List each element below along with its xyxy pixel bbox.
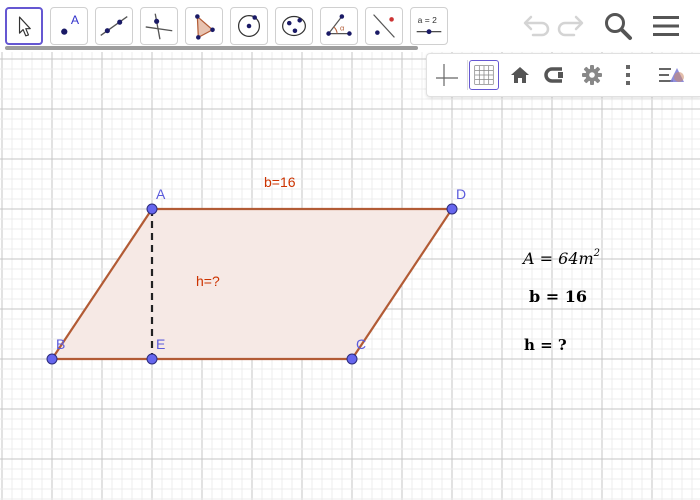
point-label-D: D (456, 186, 467, 202)
graphics-style-bar (426, 53, 700, 97)
graphics-view[interactable]: A B C D E b=16 h=? (0, 52, 700, 500)
toolbar-scrollbar[interactable] (5, 46, 418, 50)
point-label-A: A (156, 186, 166, 202)
angle-tool-button[interactable]: α (320, 7, 358, 45)
toggle-algebra-button[interactable] (657, 60, 687, 90)
point-B[interactable] (46, 353, 58, 365)
menu-icon (653, 16, 679, 36)
svg-text:α: α (340, 24, 345, 33)
search-icon (605, 13, 632, 40)
circle-icon (237, 14, 261, 38)
point-D[interactable] (446, 203, 458, 215)
point-label-C: C (356, 336, 367, 352)
height-caption: h=? (196, 273, 220, 289)
toggle-grid-button[interactable] (469, 60, 499, 90)
point-icon: A (61, 13, 80, 35)
axes-icon (436, 64, 458, 86)
circle-tool-button[interactable] (230, 7, 268, 45)
move-tool-button[interactable] (5, 7, 43, 45)
point-label-E: E (156, 336, 166, 352)
point-tool-button[interactable]: A (50, 7, 88, 45)
point-A[interactable] (146, 203, 158, 215)
reflect-icon (373, 14, 395, 38)
line-tool-button[interactable] (95, 7, 133, 45)
main-menu-button[interactable] (650, 10, 682, 42)
point-C[interactable] (346, 353, 358, 365)
polygon-icon (195, 14, 215, 40)
angle-icon: α (326, 14, 352, 36)
home-icon (511, 67, 529, 83)
conic-icon (282, 15, 306, 37)
slider-tool-button[interactable]: a = 2 (410, 7, 448, 45)
more-options-button[interactable] (613, 60, 643, 90)
perpendicular-line-tool-button[interactable] (140, 7, 178, 45)
redo-icon (557, 15, 584, 37)
conic-tool-button[interactable] (275, 7, 313, 45)
geogebra-app: A α a = 2 A B C D E b=16 h=? A = 64m2 b … (0, 0, 700, 500)
area-value: = 64 (534, 249, 579, 268)
line-icon (100, 15, 128, 37)
area-variable: A (523, 249, 535, 268)
slider-icon: a = 2 (416, 15, 442, 35)
more-icon (626, 65, 630, 85)
redo-button[interactable] (556, 10, 588, 42)
area-unit: m (578, 249, 594, 268)
algebra-toggle-icon (659, 68, 684, 82)
undo-button[interactable] (519, 10, 551, 42)
slider-tool-caption: a = 2 (418, 15, 437, 25)
toggle-axes-button[interactable] (432, 60, 462, 90)
reflect-tool-button[interactable] (365, 7, 403, 45)
undo-icon (523, 15, 550, 37)
style-bar-separator (467, 60, 468, 90)
perpendicular-line-icon (145, 13, 173, 40)
search-button[interactable] (602, 10, 634, 42)
graphics-settings-button[interactable] (577, 60, 607, 90)
standard-view-button[interactable] (505, 60, 535, 90)
move-arrow-icon (18, 16, 31, 37)
point-tool-letter: A (71, 13, 80, 27)
grid-icon (474, 65, 494, 85)
area-formula: A = 64m2 (523, 244, 600, 269)
base-caption: b=16 (264, 174, 296, 190)
view-options-button[interactable] (540, 60, 570, 90)
base-formula: b = 16 (529, 287, 587, 306)
view-icon (544, 67, 563, 83)
graphics-canvas[interactable] (0, 52, 700, 500)
toolbar: A α a = 2 (0, 0, 700, 52)
point-label-B: B (56, 336, 66, 352)
point-E[interactable] (146, 353, 158, 365)
area-exponent: 2 (593, 248, 601, 259)
polygon-tool-button[interactable] (185, 7, 223, 45)
gear-icon (582, 65, 602, 85)
height-formula: h = ? (524, 336, 567, 354)
